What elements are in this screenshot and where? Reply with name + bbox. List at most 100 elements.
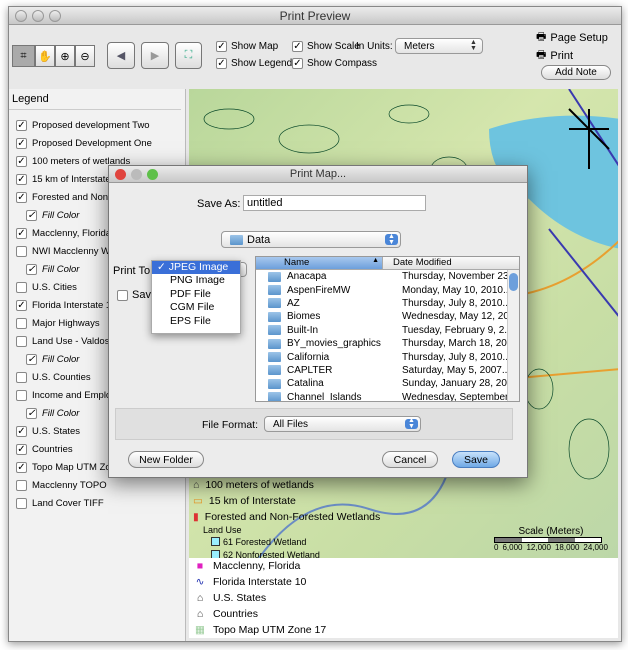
checkbox[interactable] [16, 335, 27, 347]
map-legend-label: Florida Interstate 10 [213, 576, 307, 588]
title-bar: Print Preview [9, 7, 621, 25]
checkbox[interactable]: ✓ [16, 227, 27, 239]
legend-item[interactable]: Land Cover TIFF [9, 494, 185, 512]
line-symbol-icon: ∿ [195, 576, 205, 588]
menu-item[interactable]: EPS File [152, 315, 240, 328]
sort-ascending-icon: ▲ [372, 257, 379, 264]
print-map-dialog: Print Map... Save As: Data▲▼ Print To: ✓… [108, 165, 528, 478]
checkbox[interactable]: ✓ [16, 137, 27, 149]
print-button[interactable]: 🖶 Print [536, 46, 573, 65]
folder-icon [268, 352, 281, 363]
checkbox[interactable]: ✓ [16, 191, 27, 203]
show-legend-checkbox[interactable]: ✓ Show Legend [216, 58, 292, 69]
raster-icon: ▦ [195, 624, 205, 636]
checkbox[interactable]: ✓ [26, 209, 37, 221]
folder-select[interactable]: Data ▲ ▼ [221, 231, 401, 248]
checkbox[interactable]: ✓ [16, 299, 27, 311]
units-select[interactable]: Meters ▲ ▼ [395, 38, 483, 54]
close-button[interactable] [15, 10, 27, 22]
file-row[interactable]: Built-In Tuesday, February 9, 2... [256, 324, 519, 337]
checkbox[interactable]: ✓ [16, 119, 27, 131]
scrollbar[interactable] [507, 270, 519, 401]
folder-icon [268, 325, 281, 336]
show-scale-checkbox[interactable]: ✓ Show Scale [292, 41, 360, 52]
map-legend-lower: ■ Macclenny, Florida ∿ Florida Interstate 1… [189, 558, 618, 638]
save-button[interactable]: Save [452, 451, 500, 468]
column-header-name[interactable]: Name ▲ [256, 257, 382, 269]
fit-extent-icon[interactable]: ⛶ [175, 42, 202, 69]
close-button[interactable] [115, 169, 126, 180]
folder-icon [230, 234, 243, 245]
menu-item[interactable]: CGM File [152, 301, 240, 314]
folder-icon [268, 298, 281, 309]
checkbox[interactable]: ✓ [16, 425, 27, 437]
folder-icon [268, 378, 281, 389]
zoom-out-icon[interactable]: ⊖ [75, 45, 95, 67]
checkbox[interactable]: ✓ [26, 263, 37, 275]
checkbox[interactable]: ✓ [16, 173, 27, 185]
folder-icon [268, 338, 281, 349]
file-row[interactable]: BY_movies_graphics Thursday, March 18, 20… [256, 337, 519, 350]
pan-hand-icon[interactable]: ✋ [35, 45, 55, 67]
file-format-select[interactable]: All Files ▲ ▼ [264, 416, 421, 432]
next-page-icon[interactable]: ▶ [141, 42, 169, 69]
checkbox[interactable] [16, 371, 27, 383]
units-label: In Units: [356, 41, 393, 52]
legend-item[interactable]: Macclenny TOPO [9, 476, 185, 494]
checkbox[interactable] [16, 245, 27, 257]
file-row[interactable]: Biomes Wednesday, May 12, 20... [256, 310, 519, 323]
checkbox[interactable]: ✓ [16, 443, 27, 455]
class-label: 61 Forested Wetland [223, 536, 307, 547]
scale-title: Scale (Meters) [518, 526, 584, 537]
menu-item[interactable]: ✓ JPEG Image [152, 261, 240, 275]
zoom-button[interactable] [147, 169, 158, 180]
scrollbar-thumb[interactable] [509, 273, 518, 291]
add-note-button[interactable]: Add Note [541, 65, 611, 80]
file-row[interactable]: AZ Thursday, July 8, 2010... [256, 297, 519, 310]
file-row[interactable]: AspenFireMW Monday, May 10, 2010... [256, 283, 519, 296]
map-legend-label: 100 meters of wetlands [205, 479, 314, 491]
file-row[interactable]: CAPLTER Saturday, May 5, 2007... [256, 364, 519, 377]
menu-item[interactable]: PNG Image [152, 274, 240, 287]
previous-page-icon[interactable]: ◀ [107, 42, 135, 69]
map-legend-overlay: ⌂ 100 meters of wetlands ▭ 15 km of Interst… [193, 477, 380, 558]
minimize-button[interactable] [32, 10, 44, 22]
checkbox[interactable] [16, 389, 27, 401]
checkbox[interactable]: ✓ [26, 407, 37, 419]
column-header-date[interactable]: Date Modified [382, 257, 519, 269]
checkbox[interactable] [16, 479, 27, 491]
scale-tick: 18,000 [554, 543, 580, 552]
show-compass-checkbox[interactable]: ✓ Show Compass [292, 58, 377, 69]
file-browser[interactable]: Name ▲ Date Modified Anacapa Thursday, No… [255, 256, 520, 402]
scale-tick: 0 [494, 543, 499, 552]
checkbox[interactable]: ✓ [26, 353, 37, 365]
map-legend-label: Forested and Non-Forested Wetlands [204, 511, 381, 523]
printer-icon: 🖶 [536, 31, 547, 43]
map-legend-label: Macclenny, Florida [213, 560, 301, 572]
file-row[interactable]: Anacapa Thursday, November 23... [256, 270, 519, 283]
checkbox[interactable]: ✓ [16, 155, 27, 167]
map-legend-label: Countries [213, 608, 258, 620]
cancel-button[interactable]: Cancel [382, 451, 438, 468]
zoom-in-icon[interactable]: ⊕ [55, 45, 75, 67]
file-row[interactable]: Catalina Sunday, January 28, 20... [256, 377, 519, 390]
menu-item[interactable]: PDF File [152, 288, 240, 301]
page-setup-button[interactable]: 🖶 Page Setup [536, 28, 608, 47]
legend-item[interactable]: ✓ Proposed Development One [9, 134, 185, 152]
scale-tick: 24,000 [583, 543, 608, 552]
folder-icon [268, 392, 281, 401]
show-map-checkbox[interactable]: ✓ Show Map [216, 41, 278, 52]
checkbox[interactable]: ✓ [16, 461, 27, 473]
new-folder-button[interactable]: New Folder [128, 451, 204, 468]
checkbox[interactable] [16, 317, 27, 329]
legend-item[interactable]: ✓ Proposed development Two [9, 116, 185, 134]
file-row[interactable]: Channel_Islands Wednesday, September... [256, 391, 519, 401]
save-as-input[interactable] [243, 195, 426, 211]
checkbox[interactable] [16, 497, 27, 509]
minimize-button[interactable] [131, 169, 142, 180]
crop-tool-icon[interactable]: ⌗ [12, 45, 35, 67]
file-row[interactable]: California Thursday, July 8, 2010... [256, 350, 519, 363]
zoom-button[interactable] [49, 10, 61, 22]
checkbox[interactable] [16, 281, 27, 293]
file-list-header: Name ▲ Date Modified [256, 257, 519, 270]
